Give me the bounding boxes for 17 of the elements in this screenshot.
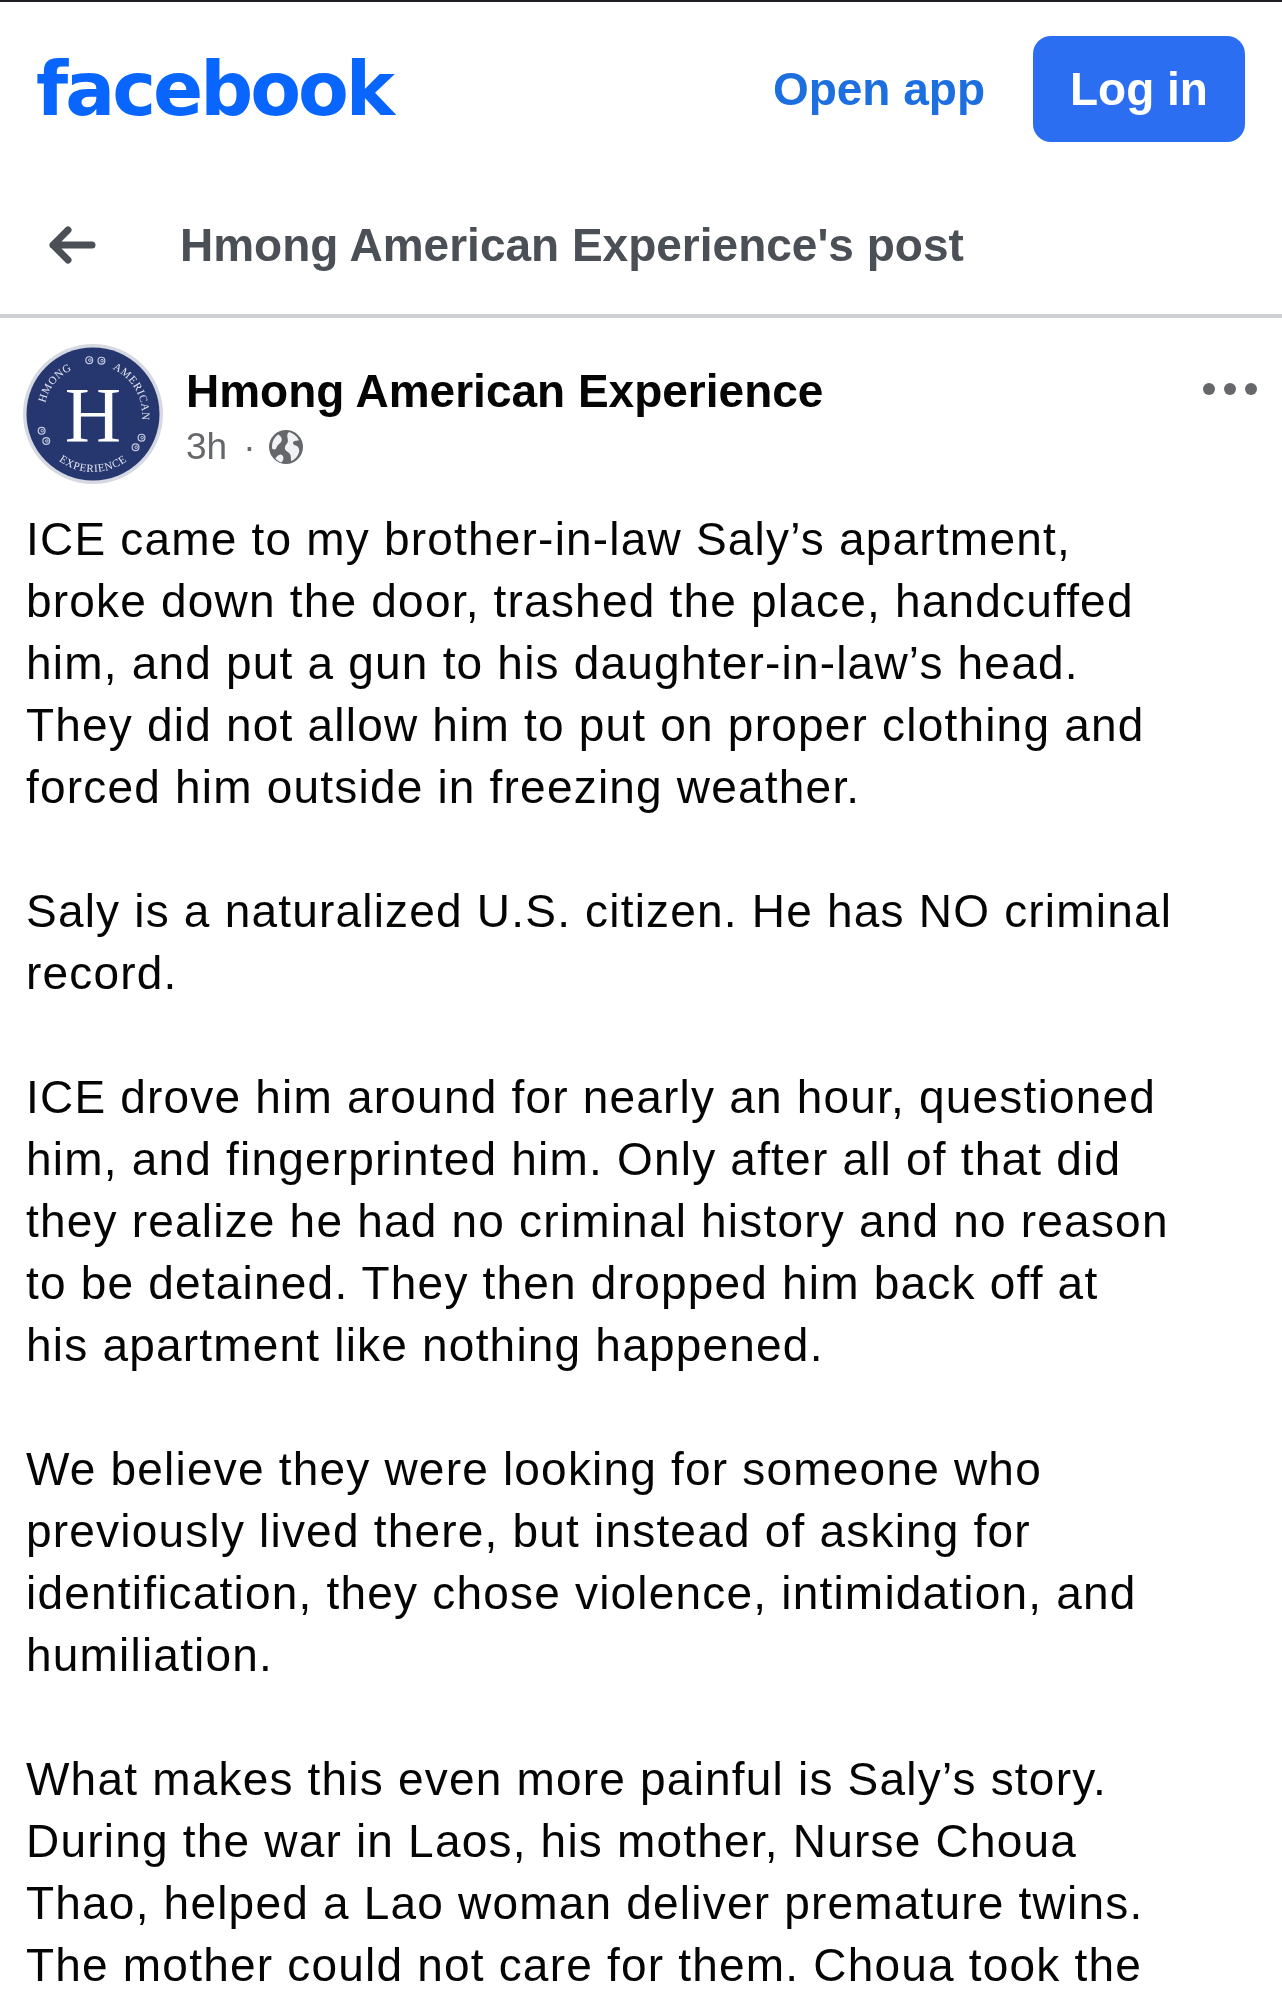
page-title: Hmong American Experience's post (180, 218, 964, 272)
facebook-logo[interactable]: facebook (36, 52, 393, 126)
meta-separator: · (243, 426, 256, 468)
more-icon[interactable] (1203, 383, 1257, 395)
post-paragraph: ICE came to my brother-in-law Saly’s apartment, broke down the door, trashed the place, handcuffed him, and put a gun to his daughter-in-law’s head. They did not allow him to put on proper clothing and forced him outside in freezing weather. (26, 512, 1146, 815)
author-name[interactable]: Hmong American Experience (186, 364, 824, 418)
login-button[interactable]: Log in (1033, 36, 1245, 142)
open-app-link[interactable]: Open app (772, 62, 985, 116)
post-time[interactable]: 3h (186, 426, 228, 468)
post-paragraph: What makes this even more painful is Saly’s story. During the war in Laos, his mother, Nurse Choua Thao, helped a Lao woman deliver premature twins. The mother could not care for them. Choua took the (26, 1752, 1145, 1993)
post-paragraph: ICE drove him around for nearly an hour, questioned him, and fingerprinted him. Only after all of that did they realize he had no criminal history and no reason to be detained. They then dropped him back off at his apartment like nothing happened. (26, 1070, 1170, 1373)
post-paragraph: We believe they were looking for someone who previously lived there, but instead of asking for identification, they chose violence, intimidation, and humiliation. (26, 1442, 1138, 1683)
globe-icon (269, 430, 304, 464)
back-arrow-icon[interactable] (46, 225, 96, 265)
post-paragraph: Saly is a naturalized U.S. citizen. He has NO criminal record. (26, 884, 1174, 1001)
logo-ring-text: EXPERIENCE (57, 452, 129, 475)
logo-badge-drawing[interactable] (23, 344, 163, 484)
